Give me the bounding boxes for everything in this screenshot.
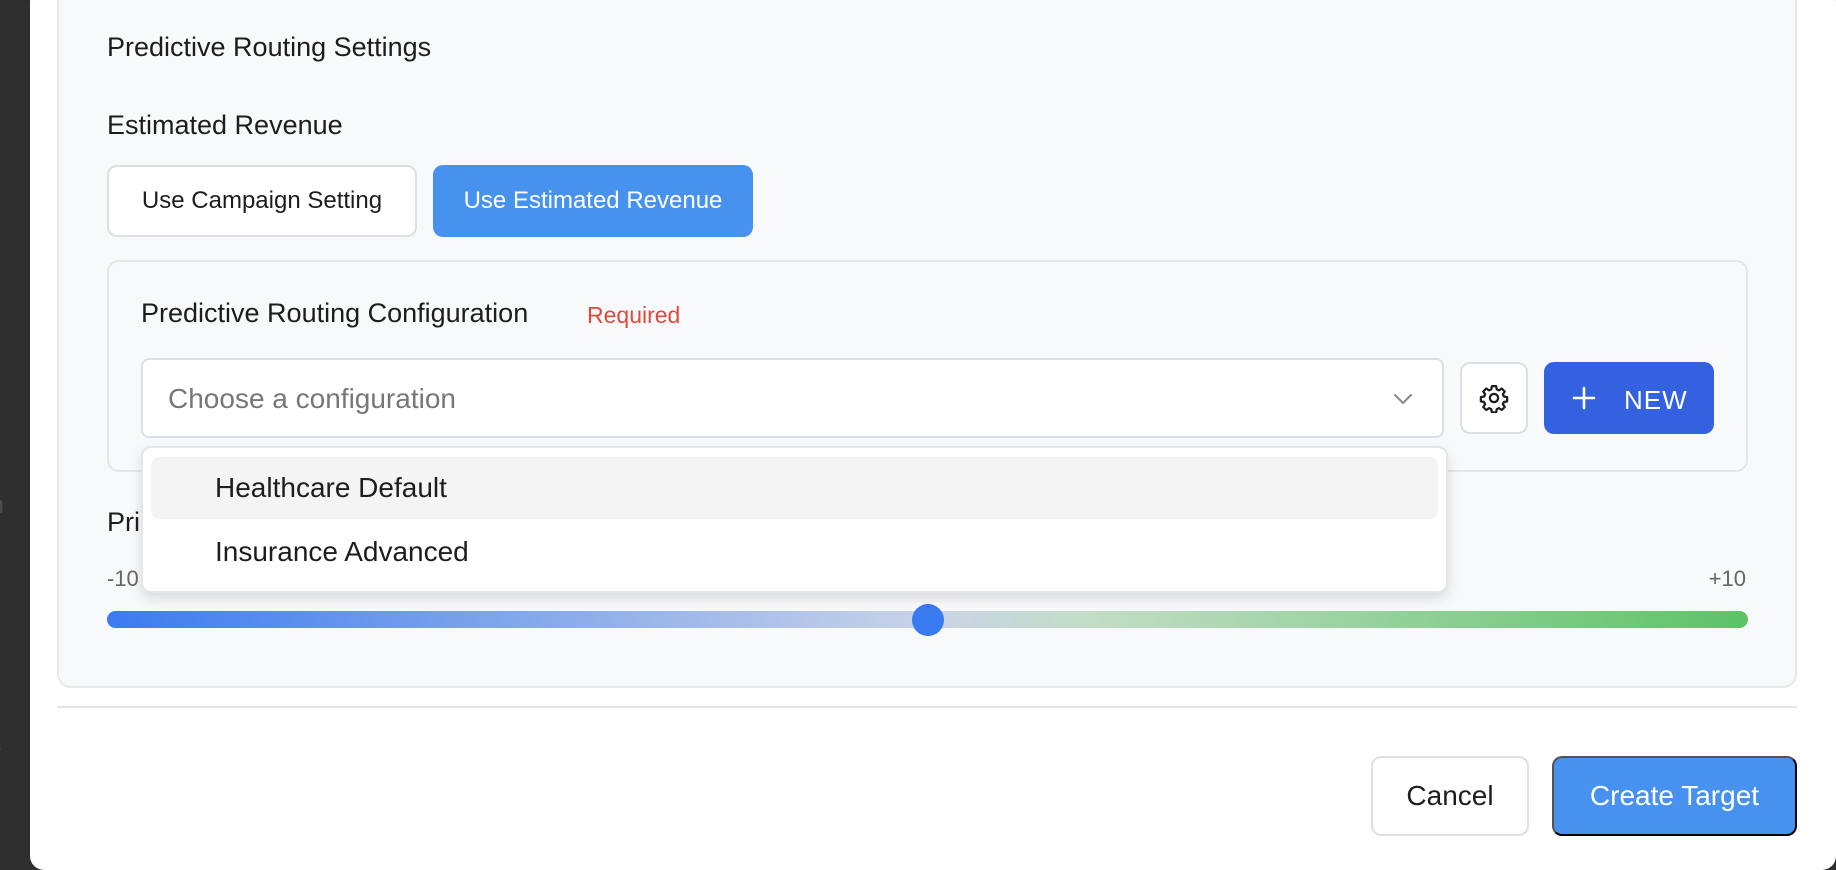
create-target-button[interactable]: Create Target [1552,756,1797,836]
cancel-button[interactable]: Cancel [1371,756,1529,836]
configuration-settings-button[interactable] [1460,362,1528,434]
new-button-label: NEW [1624,385,1688,415]
configuration-title: Predictive Routing Configuration [141,298,529,328]
background-nav-fragment: tion [0,489,4,520]
required-badge: Required [587,302,681,328]
estimated-revenue-label: Estimated Revenue [107,110,343,140]
background-nav-fragment: ctiv [0,738,1,769]
use-campaign-setting-button[interactable]: Use Campaign Setting [107,165,417,237]
slider-max-label: +10 [1708,566,1746,591]
priority-slider-thumb[interactable] [911,604,944,636]
gear-icon [1479,385,1509,413]
section-title: Predictive Routing Settings [107,32,432,62]
priority-label: Pri [107,507,140,537]
new-configuration-button[interactable]: NEW [1544,362,1714,434]
configuration-dropdown: Healthcare Default Insurance Advanced [141,446,1448,593]
slider-min-label: -10 [107,566,139,591]
footer-divider [57,706,1797,708]
use-estimated-revenue-button[interactable]: Use Estimated Revenue [433,165,753,237]
plus-icon [1572,386,1596,410]
select-placeholder: Choose a configuration [168,383,456,414]
dropdown-option[interactable]: Insurance Advanced [151,521,1438,583]
dropdown-option[interactable]: Healthcare Default [151,457,1438,519]
configuration-select[interactable]: Choose a configuration [141,358,1444,438]
chevron-down-icon [1394,394,1412,404]
